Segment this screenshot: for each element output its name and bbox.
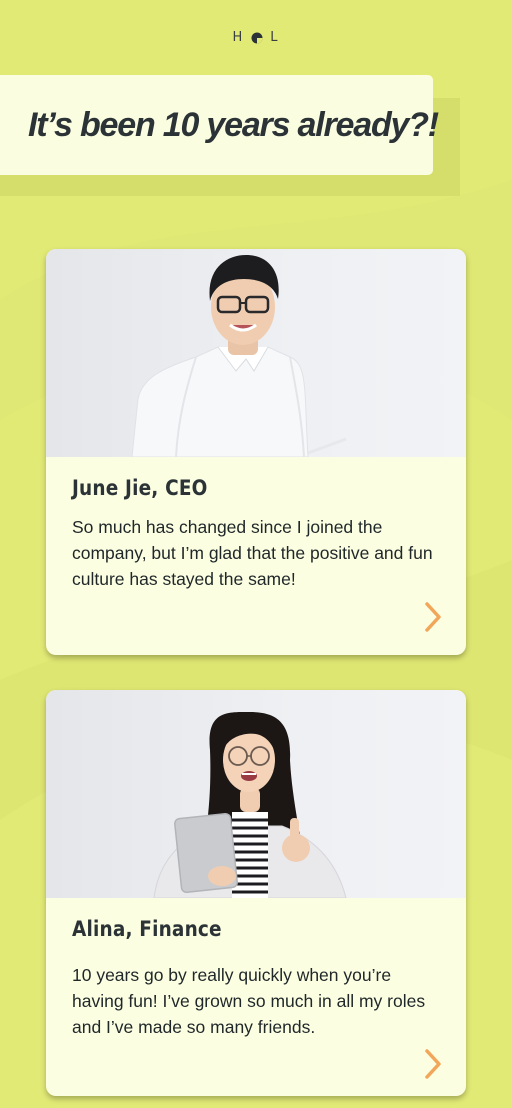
card-quote: 10 years go by really quickly when you’r…	[72, 965, 426, 1037]
card-quote: So much has changed since I joined the c…	[72, 517, 433, 589]
logo-letter-left: H	[232, 30, 245, 45]
title-banner: It’s been 10 years already?!	[0, 75, 439, 175]
logo-letter-right: L	[270, 30, 280, 45]
person-illustration	[131, 255, 347, 457]
card-name: June Jie, CEO	[72, 476, 208, 500]
card-name: Alina, Finance	[72, 917, 222, 941]
profile-photo	[46, 690, 466, 898]
brand-logo: H L	[0, 30, 512, 45]
chevron-right-icon[interactable]	[422, 601, 444, 633]
testimonial-card-june[interactable]: June Jie, CEO So much has changed since …	[46, 249, 466, 655]
person-illustration	[153, 711, 347, 898]
logo-mark-icon	[251, 32, 263, 43]
testimonial-card-alina[interactable]: Alina, Finance 10 years go by really qui…	[46, 690, 466, 1096]
chevron-right-icon[interactable]	[422, 1048, 444, 1080]
page-title: It’s been 10 years already?!	[28, 105, 439, 144]
profile-photo	[46, 249, 466, 457]
